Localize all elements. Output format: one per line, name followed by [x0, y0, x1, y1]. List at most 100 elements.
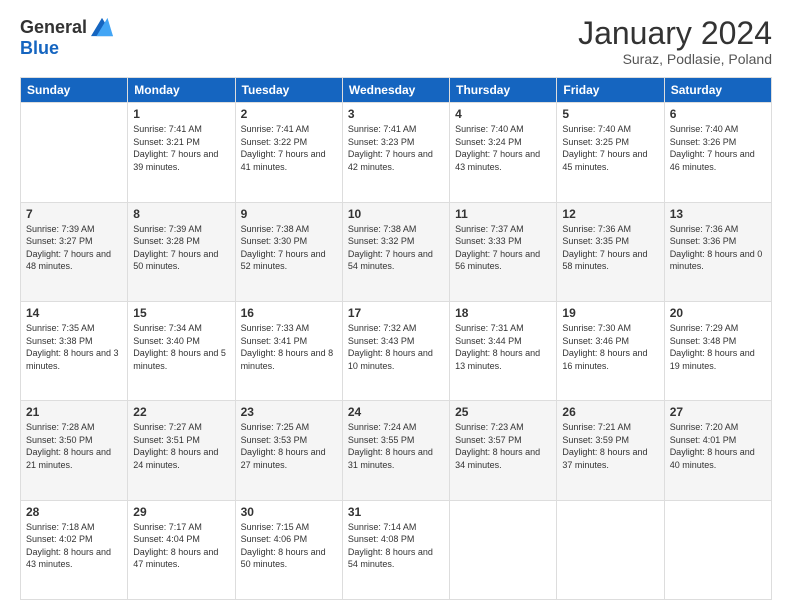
day-info: Sunrise: 7:25 AMSunset: 3:53 PMDaylight:… [241, 421, 337, 471]
day-info: Sunrise: 7:17 AMSunset: 4:04 PMDaylight:… [133, 521, 229, 571]
day-number: 8 [133, 207, 229, 221]
calendar-cell: 18Sunrise: 7:31 AMSunset: 3:44 PMDayligh… [450, 301, 557, 400]
calendar-cell: 17 Sunrise: 7:32 AMSunset: 3:43 PMDayligh… [342, 301, 449, 400]
day-number: 20 [670, 306, 766, 320]
col-tuesday: Tuesday [235, 78, 342, 103]
calendar-table: Sunday Monday Tuesday Wednesday Thursday… [20, 77, 772, 600]
col-friday: Friday [557, 78, 664, 103]
day-info: Sunrise: 7:35 AMSunset: 3:38 PMDaylight:… [26, 322, 122, 372]
calendar-cell: 6 Sunrise: 7:40 AMSunset: 3:26 PMDaylight… [664, 103, 771, 202]
day-info: Sunrise: 7:40 AMSunset: 3:26 PMDaylight:… [670, 123, 766, 173]
month-title: January 2024 [578, 16, 772, 51]
day-info: Sunrise: 7:18 AMSunset: 4:02 PMDaylight:… [26, 521, 122, 571]
day-info: Sunrise: 7:41 AMSunset: 3:21 PMDaylight:… [133, 123, 229, 173]
day-info: Sunrise: 7:34 AMSunset: 3:40 PMDaylight:… [133, 322, 229, 372]
week-row-2: 14 Sunrise: 7:35 AMSunset: 3:38 PMDayligh… [21, 301, 772, 400]
logo-general-text: General [20, 17, 87, 38]
calendar-cell: 11Sunrise: 7:37 AMSunset: 3:33 PMDayligh… [450, 202, 557, 301]
calendar-cell: 22 Sunrise: 7:27 AMSunset: 3:51 PMDayligh… [128, 401, 235, 500]
day-info: Sunrise: 7:24 AMSunset: 3:55 PMDaylight:… [348, 421, 444, 471]
day-info: Sunrise: 7:40 AMSunset: 3:25 PMDaylight:… [562, 123, 658, 173]
day-number: 3 [348, 107, 444, 121]
calendar-cell: 28 Sunrise: 7:18 AMSunset: 4:02 PMDayligh… [21, 500, 128, 599]
day-number: 14 [26, 306, 122, 320]
day-number: 21 [26, 405, 122, 419]
calendar-cell [21, 103, 128, 202]
day-info: Sunrise: 7:15 AMSunset: 4:06 PMDaylight:… [241, 521, 337, 571]
col-wednesday: Wednesday [342, 78, 449, 103]
day-info: Sunrise: 7:37 AMSunset: 3:33 PMDaylight:… [455, 223, 551, 273]
calendar-cell: 21 Sunrise: 7:28 AMSunset: 3:50 PMDayligh… [21, 401, 128, 500]
day-number: 5 [562, 107, 658, 121]
day-number: 2 [241, 107, 337, 121]
day-number: 27 [670, 405, 766, 419]
day-number: 15 [133, 306, 229, 320]
calendar-cell: 23 Sunrise: 7:25 AMSunset: 3:53 PMDayligh… [235, 401, 342, 500]
day-number: 29 [133, 505, 229, 519]
calendar-cell [557, 500, 664, 599]
col-monday: Monday [128, 78, 235, 103]
week-row-1: 7 Sunrise: 7:39 AMSunset: 3:27 PMDaylight… [21, 202, 772, 301]
col-sunday: Sunday [21, 78, 128, 103]
header-row: Sunday Monday Tuesday Wednesday Thursday… [21, 78, 772, 103]
calendar-cell: 13Sunrise: 7:36 AMSunset: 3:36 PMDayligh… [664, 202, 771, 301]
col-thursday: Thursday [450, 78, 557, 103]
calendar-cell: 14 Sunrise: 7:35 AMSunset: 3:38 PMDayligh… [21, 301, 128, 400]
day-info: Sunrise: 7:23 AMSunset: 3:57 PMDaylight:… [455, 421, 551, 471]
day-number: 9 [241, 207, 337, 221]
calendar-cell: 29 Sunrise: 7:17 AMSunset: 4:04 PMDayligh… [128, 500, 235, 599]
day-number: 17 [348, 306, 444, 320]
calendar-cell: 15 Sunrise: 7:34 AMSunset: 3:40 PMDayligh… [128, 301, 235, 400]
day-number: 16 [241, 306, 337, 320]
day-info: Sunrise: 7:30 AMSunset: 3:46 PMDaylight:… [562, 322, 658, 372]
calendar-cell: 27 Sunrise: 7:20 AMSunset: 4:01 PMDayligh… [664, 401, 771, 500]
logo-blue-text: Blue [20, 38, 59, 59]
day-info: Sunrise: 7:36 AMSunset: 3:35 PMDaylight:… [562, 223, 658, 273]
week-row-3: 21 Sunrise: 7:28 AMSunset: 3:50 PMDayligh… [21, 401, 772, 500]
day-info: Sunrise: 7:38 AMSunset: 3:32 PMDaylight:… [348, 223, 444, 273]
day-info: Sunrise: 7:41 AMSunset: 3:22 PMDaylight:… [241, 123, 337, 173]
header: General Blue January 2024 Suraz, Podlasi… [20, 16, 772, 67]
calendar-cell: 20 Sunrise: 7:29 AMSunset: 3:48 PMDayligh… [664, 301, 771, 400]
calendar-cell: 4Sunrise: 7:40 AMSunset: 3:24 PMDaylight… [450, 103, 557, 202]
day-info: Sunrise: 7:32 AMSunset: 3:43 PMDaylight:… [348, 322, 444, 372]
day-number: 30 [241, 505, 337, 519]
page: General Blue January 2024 Suraz, Podlasi… [0, 0, 792, 612]
calendar-cell: 9 Sunrise: 7:38 AMSunset: 3:30 PMDaylight… [235, 202, 342, 301]
calendar-cell [450, 500, 557, 599]
calendar-cell: 25 Sunrise: 7:23 AMSunset: 3:57 PMDayligh… [450, 401, 557, 500]
calendar-cell: 19 Sunrise: 7:30 AMSunset: 3:46 PMDayligh… [557, 301, 664, 400]
day-info: Sunrise: 7:29 AMSunset: 3:48 PMDaylight:… [670, 322, 766, 372]
col-saturday: Saturday [664, 78, 771, 103]
calendar-cell: 24Sunrise: 7:24 AMSunset: 3:55 PMDayligh… [342, 401, 449, 500]
day-info: Sunrise: 7:14 AMSunset: 4:08 PMDaylight:… [348, 521, 444, 571]
calendar-cell: 3 Sunrise: 7:41 AMSunset: 3:23 PMDaylight… [342, 103, 449, 202]
calendar-cell: 31 Sunrise: 7:14 AMSunset: 4:08 PMDayligh… [342, 500, 449, 599]
day-number: 7 [26, 207, 122, 221]
calendar-cell: 5 Sunrise: 7:40 AMSunset: 3:25 PMDaylight… [557, 103, 664, 202]
day-number: 6 [670, 107, 766, 121]
day-number: 31 [348, 505, 444, 519]
title-section: January 2024 Suraz, Podlasie, Poland [578, 16, 772, 67]
day-info: Sunrise: 7:41 AMSunset: 3:23 PMDaylight:… [348, 123, 444, 173]
day-number: 22 [133, 405, 229, 419]
day-info: Sunrise: 7:38 AMSunset: 3:30 PMDaylight:… [241, 223, 337, 273]
day-number: 19 [562, 306, 658, 320]
calendar-cell: 12 Sunrise: 7:36 AMSunset: 3:35 PMDayligh… [557, 202, 664, 301]
calendar-cell: 2 Sunrise: 7:41 AMSunset: 3:22 PMDaylight… [235, 103, 342, 202]
day-info: Sunrise: 7:39 AMSunset: 3:28 PMDaylight:… [133, 223, 229, 273]
calendar-cell: 10Sunrise: 7:38 AMSunset: 3:32 PMDayligh… [342, 202, 449, 301]
location: Suraz, Podlasie, Poland [578, 51, 772, 67]
day-number: 23 [241, 405, 337, 419]
calendar-cell [664, 500, 771, 599]
day-number: 25 [455, 405, 551, 419]
day-info: Sunrise: 7:28 AMSunset: 3:50 PMDaylight:… [26, 421, 122, 471]
day-info: Sunrise: 7:20 AMSunset: 4:01 PMDaylight:… [670, 421, 766, 471]
day-number: 28 [26, 505, 122, 519]
day-number: 12 [562, 207, 658, 221]
logo-icon [91, 16, 113, 38]
calendar-cell: 7 Sunrise: 7:39 AMSunset: 3:27 PMDaylight… [21, 202, 128, 301]
calendar-cell: 16Sunrise: 7:33 AMSunset: 3:41 PMDayligh… [235, 301, 342, 400]
day-info: Sunrise: 7:27 AMSunset: 3:51 PMDaylight:… [133, 421, 229, 471]
day-info: Sunrise: 7:39 AMSunset: 3:27 PMDaylight:… [26, 223, 122, 273]
